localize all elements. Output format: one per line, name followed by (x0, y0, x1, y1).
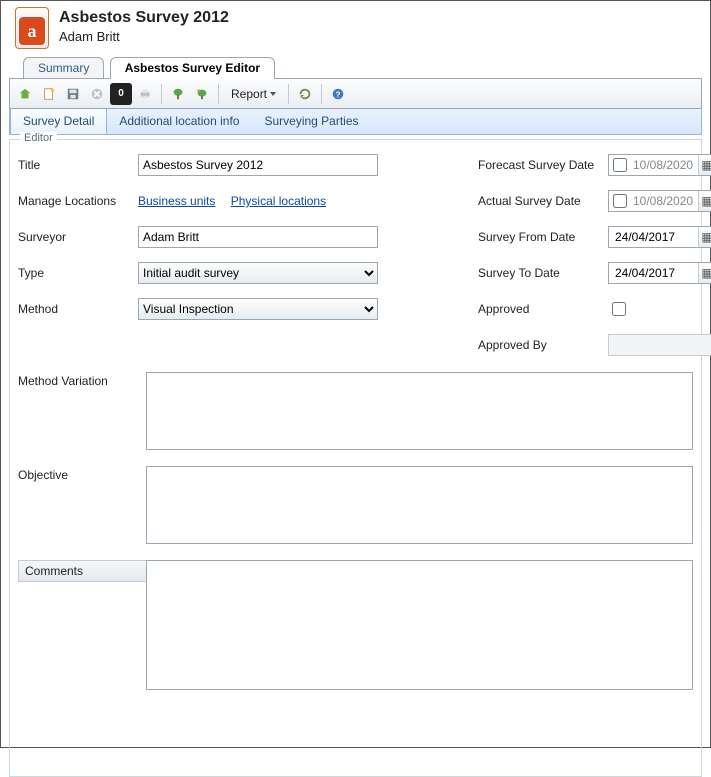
tree-undo-icon[interactable] (191, 83, 213, 105)
label-method-variation: Method Variation (18, 372, 146, 450)
label-manage-locations: Manage Locations (18, 194, 138, 208)
approved-by-field (608, 334, 711, 356)
print-icon (134, 83, 156, 105)
label-approved-by: Approved By (478, 338, 608, 352)
chevron-down-icon (270, 92, 276, 96)
tree-icon[interactable] (167, 83, 189, 105)
calendar-icon[interactable]: ▦ (698, 191, 711, 211)
from-date-picker[interactable]: 24/04/2017 ▦ (608, 226, 711, 248)
editor-panel: Editor Title Forecast Survey Date 10/08/… (9, 139, 702, 777)
label-method: Method (18, 302, 138, 316)
label-from-date: Survey From Date (478, 230, 608, 244)
editor-legend: Editor (20, 132, 57, 144)
refresh-icon[interactable] (294, 83, 316, 105)
to-date-picker[interactable]: 24/04/2017 ▦ (608, 262, 711, 284)
label-to-date: Survey To Date (478, 266, 608, 280)
method-variation-textarea[interactable] (146, 372, 693, 450)
separator (288, 84, 289, 104)
home-icon[interactable] (14, 83, 36, 105)
calendar-icon[interactable]: ▦ (698, 155, 711, 175)
separator (321, 84, 322, 104)
label-title: Title (18, 158, 138, 172)
title-input[interactable] (138, 154, 378, 176)
toolbar: 0 Report ? (9, 79, 702, 109)
subtab-addloc[interactable]: Additional location info (107, 109, 252, 134)
label-comments: Comments (18, 560, 146, 582)
forecast-date-value: 10/08/2020 (631, 158, 698, 172)
forecast-date-enable-checkbox[interactable] (613, 158, 627, 172)
objective-textarea[interactable] (146, 466, 693, 544)
counter-badge[interactable]: 0 (110, 83, 132, 105)
page-subtitle: Adam Britt (59, 29, 229, 44)
label-type: Type (18, 266, 138, 280)
tab-editor[interactable]: Asbestos Survey Editor (110, 57, 275, 79)
main-tabrow: Summary Asbestos Survey Editor (1, 57, 710, 79)
save-icon[interactable] (62, 83, 84, 105)
link-physical-locations[interactable]: Physical locations (231, 194, 326, 208)
subtab-parties[interactable]: Surveying Parties (252, 109, 371, 134)
calendar-icon[interactable]: ▦ (698, 263, 711, 283)
report-dropdown[interactable]: Report (224, 83, 283, 105)
label-surveyor: Surveyor (18, 230, 138, 244)
report-label: Report (231, 87, 267, 101)
cancel-icon (86, 83, 108, 105)
label-approved: Approved (478, 302, 608, 316)
actual-date-value: 10/08/2020 (631, 194, 698, 208)
calendar-icon[interactable]: ▦ (698, 227, 711, 247)
from-date-value: 24/04/2017 (609, 230, 698, 244)
link-business-units[interactable]: Business units (138, 194, 215, 208)
separator (161, 84, 162, 104)
forecast-date-picker[interactable]: 10/08/2020 ▦ (608, 154, 711, 176)
actual-date-enable-checkbox[interactable] (613, 194, 627, 208)
surveyor-input[interactable] (138, 226, 378, 248)
new-icon[interactable] (38, 83, 60, 105)
label-forecast-date: Forecast Survey Date (478, 158, 608, 172)
svg-text:?: ? (336, 90, 341, 99)
page-title: Asbestos Survey 2012 (59, 9, 229, 27)
method-select[interactable]: Visual Inspection (138, 298, 378, 320)
help-icon[interactable]: ? (327, 83, 349, 105)
type-select[interactable]: Initial audit survey (138, 262, 378, 284)
tab-summary[interactable]: Summary (23, 57, 104, 78)
actual-date-picker[interactable]: 10/08/2020 ▦ (608, 190, 711, 212)
to-date-value: 24/04/2017 (609, 266, 698, 280)
label-objective: Objective (18, 466, 146, 544)
app-icon: a (15, 7, 49, 49)
subtab-detail[interactable]: Survey Detail (10, 109, 107, 134)
comments-textarea[interactable] (146, 560, 693, 690)
label-actual-date: Actual Survey Date (478, 194, 608, 208)
approved-checkbox[interactable] (612, 302, 626, 316)
separator (218, 84, 219, 104)
sub-tabrow: Survey Detail Additional location info S… (9, 109, 702, 135)
